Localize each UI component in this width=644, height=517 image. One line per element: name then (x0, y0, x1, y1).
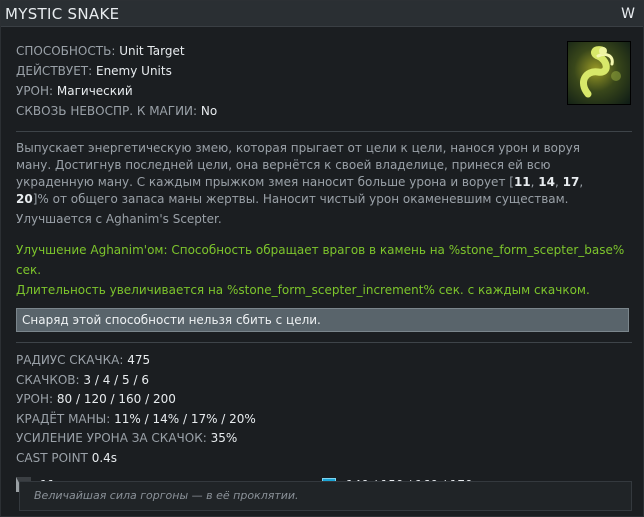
attribute-value: No (200, 104, 218, 118)
special-value: 35% (210, 431, 238, 445)
attribute-row: СКВОЗЬ НЕВОСПР. К МАГИИ: No (16, 101, 632, 121)
steal-value: 17 (562, 175, 580, 189)
separator: , (579, 175, 584, 189)
separator: , (554, 175, 563, 189)
ability-hotkey: W (621, 5, 635, 22)
description-text: ]% от общего запаса маны жертвы. Наносит… (32, 192, 569, 206)
steal-value: 20 (16, 192, 33, 206)
ability-lore: Величайшая сила горгоны — в её проклятии… (19, 481, 632, 511)
special-row: РАДИУС СКАЧКА: 475 (16, 351, 632, 371)
attribute-row: УРОН: Магический (16, 81, 632, 101)
ability-description: Выпускает энергетическую змею, которая п… (16, 140, 616, 208)
mystic-snake-icon (567, 41, 631, 105)
special-value: 475 (127, 353, 151, 367)
attribute-key: СПОСОБНОСТЬ: (16, 44, 116, 58)
divider (16, 131, 632, 132)
attribute-value: Unit Target (119, 44, 185, 58)
steal-value: 11 (513, 175, 531, 189)
scepter-upgrade-note: Улучшается с Aghanim's Scepter. (16, 212, 222, 226)
special-row: CAST POINT 0.4s (16, 449, 632, 469)
scepter-line: Длительность увеличивается на %stone_for… (16, 283, 590, 297)
scepter-upgrade-text: Улучшение Aghanim'ом: Способность обраща… (16, 240, 632, 300)
ability-note: Снаряд этой способности нельзя сбить с ц… (16, 308, 629, 332)
special-value: 80 / 120 / 160 / 200 (56, 392, 176, 406)
scepter-line: Улучшение Aghanim'ом: Способность обраща… (16, 243, 625, 277)
special-key: СКАЧКОВ: (16, 372, 80, 387)
special-value: 11% / 14% / 17% / 20% (114, 411, 256, 426)
ability-attributes: СПОСОБНОСТЬ: Unit Target ДЕЙСТВУЕТ: Enem… (16, 41, 632, 121)
attribute-key: СКВОЗЬ НЕВОСПР. К МАГИИ: (16, 104, 198, 118)
special-value: 0.4s (91, 450, 118, 465)
attribute-row: ДЕЙСТВУЕТ: Enemy Units (16, 61, 632, 81)
special-key: CAST POINT (16, 450, 88, 465)
special-key: УРОН: (16, 392, 54, 406)
special-key: РАДИУС СКАЧКА: (16, 353, 124, 367)
ability-name: MYSTIC SNAKE (5, 4, 120, 23)
attribute-key: УРОН: (16, 84, 54, 98)
divider (16, 342, 632, 343)
special-row: СКАЧКОВ: 3 / 4 / 5 / 6 (16, 371, 632, 391)
steal-value: 14 (538, 175, 555, 189)
tooltip-header: MYSTIC SNAKE W (1, 1, 643, 27)
special-value: 3 / 4 / 5 / 6 (83, 372, 149, 387)
ability-tooltip: MYSTIC SNAKE W СПОСОБНОСТЬ: Unit Target … (0, 0, 644, 517)
ability-specials: РАДИУС СКАЧКА: 475 СКАЧКОВ: 3 / 4 / 5 / … (16, 351, 632, 468)
attribute-value: Магический (56, 84, 133, 98)
description-text: Выпускает энергетическую змею, которая п… (16, 141, 580, 189)
attribute-row: СПОСОБНОСТЬ: Unit Target (16, 41, 632, 61)
special-row: УСИЛЕНИЕ УРОНА ЗА СКАЧОК: 35% (16, 429, 632, 449)
special-key: УСИЛЕНИЕ УРОНА ЗА СКАЧОК: (16, 431, 207, 445)
tooltip-body: СПОСОБНОСТЬ: Unit Target ДЕЙСТВУЕТ: Enem… (16, 27, 632, 511)
attribute-value: Enemy Units (95, 64, 172, 78)
special-row: УРОН: 80 / 120 / 160 / 200 (16, 390, 632, 410)
special-key: КРАДЁТ МАНЫ: (16, 411, 111, 426)
special-row: КРАДЁТ МАНЫ: 11% / 14% / 17% / 20% (16, 410, 632, 430)
attribute-key: ДЕЙСТВУЕТ: (16, 64, 93, 78)
